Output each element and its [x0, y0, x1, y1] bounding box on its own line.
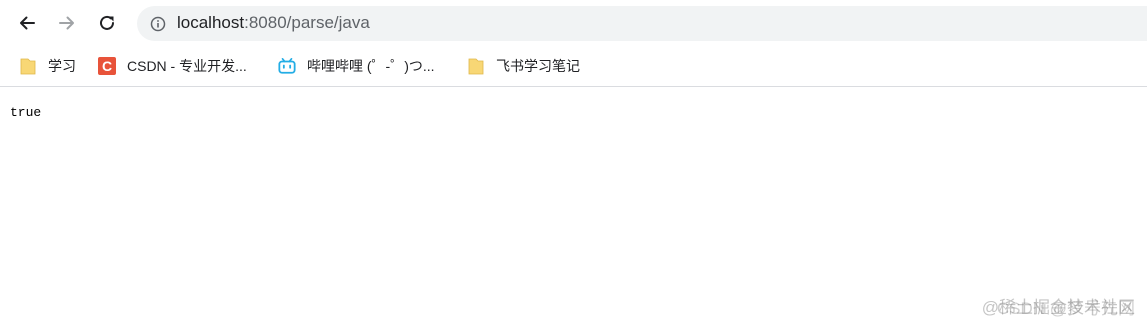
bilibili-icon [278, 57, 296, 75]
csdn-icon: C [98, 57, 116, 75]
arrow-right-icon [57, 13, 77, 33]
bookmark-folder-feishu[interactable]: 飞书学习笔记 [467, 54, 580, 78]
bookmark-bilibili[interactable]: 哔哩哔哩 (゜-゜)つ... [278, 54, 435, 78]
reload-button[interactable] [91, 7, 123, 39]
bookmarks-bar: 学习 C CSDN - 专业开发... 哔哩哔哩 (゜-゜)つ... 飞书学习笔… [0, 46, 1147, 87]
forward-button[interactable] [51, 7, 83, 39]
url-host: localhost [177, 13, 245, 32]
arrow-left-icon [17, 13, 37, 33]
back-button[interactable] [11, 7, 43, 39]
bookmark-label: 学习 [48, 58, 76, 74]
bookmark-label: CSDN - 专业开发... [127, 58, 247, 74]
watermark: @稀土掘金技术社区 CSDN @梦号先网 [982, 293, 1135, 318]
browser-toolbar: localhost:8080/parse/java [0, 0, 1147, 46]
url-path: :8080/parse/java [244, 13, 370, 32]
bookmark-label: 飞书学习笔记 [496, 58, 580, 74]
address-bar[interactable]: localhost:8080/parse/java [137, 6, 1147, 41]
watermark-csdn: CSDN @梦号先网 [996, 299, 1135, 318]
folder-icon [19, 57, 37, 75]
response-text: true [10, 105, 42, 120]
bookmark-csdn[interactable]: C CSDN - 专业开发... [98, 54, 247, 78]
page-content: true [0, 87, 1147, 326]
bookmark-label: 哔哩哔哩 (゜-゜)つ... [307, 58, 435, 74]
bookmark-folder-study[interactable]: 学习 [19, 54, 76, 78]
folder-icon [467, 57, 485, 75]
reload-icon [97, 13, 117, 33]
info-icon[interactable] [149, 15, 167, 33]
url-text[interactable]: localhost:8080/parse/java [177, 13, 370, 33]
